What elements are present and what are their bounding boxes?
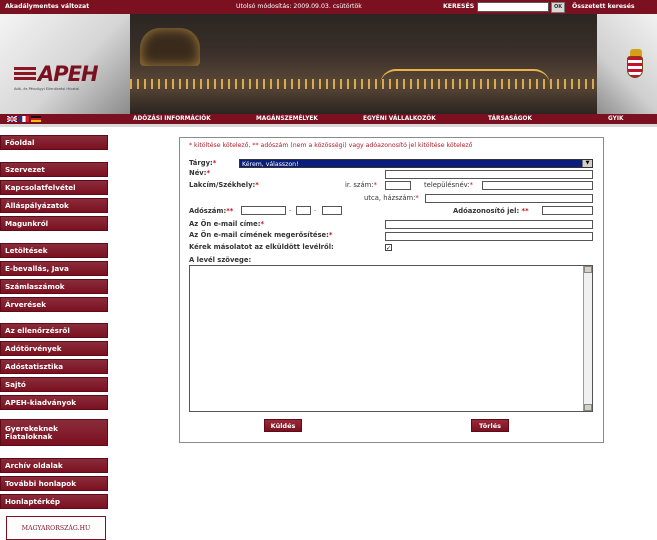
nav-individuals[interactable]: MAGÁNSZEMÉLYEK (256, 116, 318, 122)
nav-faq[interactable]: GYIK (608, 116, 623, 122)
zip-label: ir. szám:* (345, 181, 377, 189)
nav-tax-info[interactable]: ADÓZÁSI INFORMÁCIÓK (133, 116, 211, 122)
sidebar-item-jobs[interactable]: Álláspályázatok (0, 198, 108, 213)
logo-text[interactable]: APEH (38, 62, 99, 86)
email-input[interactable] (385, 220, 593, 229)
email-label: Az Ön e-mail címe:* (189, 220, 265, 228)
main-nav: ADÓZÁSI INFORMÁCIÓK MAGÁNSZEMÉLYEK EGYÉN… (0, 114, 657, 124)
sidebar-item-home[interactable]: Főoldal (0, 135, 108, 150)
sidebar-item-contact[interactable]: Kapcsolatfelvétel (0, 180, 108, 195)
sidebar-item-more-sites[interactable]: További honlapok (0, 476, 108, 491)
scroll-down-icon[interactable] (584, 404, 592, 411)
crest-panel (597, 14, 657, 114)
tax-number-part3-input[interactable] (322, 206, 342, 215)
city-input[interactable] (482, 181, 593, 190)
fr-flag-icon[interactable] (19, 116, 29, 122)
tax-id-label: Adóazonosító jel: ** (453, 207, 529, 215)
last-modified-text: Utolsó módosítás: 2009.09.03. csütörtök (236, 3, 362, 10)
search-ok-button[interactable]: OK (551, 2, 565, 13)
sidebar-item-publications[interactable]: APEH-kiadványok (0, 395, 108, 410)
email-confirm-label: Az Ön e-mail címének megerősítése:* (189, 231, 333, 239)
scroll-up-icon[interactable] (584, 266, 592, 273)
copy-label: Kérek másolatot az elküldött levélről: (189, 243, 334, 251)
subject-label: Tárgy:* (189, 159, 217, 167)
logo-subtitle: Adó- és Pénzügyi Ellenőrzési Hivatal (14, 87, 80, 91)
sidebar: Főoldal Szervezet Kapcsolatfelvétel Állá… (0, 127, 130, 540)
accessible-version-link[interactable]: Akadálymentes változat (5, 3, 89, 10)
message-label: A levél szövege: (189, 256, 252, 264)
sidebar-item-downloads[interactable]: Letöltések (0, 243, 108, 258)
advanced-search-link[interactable]: Összetett keresés (572, 3, 635, 10)
copy-checkbox[interactable]: ✓ (385, 244, 392, 252)
sidebar-item-accounts[interactable]: Számlaszámok (0, 279, 108, 294)
sidebar-item-press[interactable]: Sajtó (0, 377, 108, 392)
crown-icon (630, 49, 642, 56)
header-banner: APEH Adó- és Pénzügyi Ellenőrzési Hivata… (0, 14, 657, 114)
top-bar: Akadálymentes változat Utolsó módosítás:… (0, 0, 657, 14)
tax-number-label: Adószám:** (189, 207, 234, 215)
street-input[interactable] (425, 194, 593, 203)
subject-select[interactable]: Kérem, válasszon! ▼ (239, 159, 593, 168)
city-lights (130, 79, 597, 89)
uk-flag-icon[interactable] (7, 116, 17, 122)
sidebar-item-auctions[interactable]: Árverések (0, 297, 108, 312)
subject-value: Kérem, válasszon! (242, 161, 299, 168)
sidebar-item-tax-laws[interactable]: Adótörvények (0, 341, 108, 356)
sidebar-item-about[interactable]: Magunkról (0, 216, 108, 231)
nav-companies[interactable]: TÁRSASÁGOK (488, 116, 532, 122)
search-input[interactable] (477, 2, 549, 12)
message-textarea[interactable] (189, 265, 593, 412)
zip-input[interactable] (385, 181, 411, 190)
clear-button[interactable]: Törlés (471, 419, 509, 432)
nav-sole-traders[interactable]: EGYÉNI VÁLLALKOZÓK (363, 116, 436, 122)
coat-of-arms-icon (627, 56, 643, 78)
sidebar-item-archive[interactable]: Archív oldalak (0, 458, 108, 473)
search-label: KERESÉS (443, 3, 475, 10)
tax-number-part1-input[interactable] (241, 206, 286, 215)
castle-image (140, 28, 200, 66)
city-label: településnév:* (424, 181, 473, 189)
sidebar-item-kids[interactable]: Gyerekeknek Fiataloknak (0, 419, 108, 446)
sidebar-item-audit[interactable]: Az ellenőrzésről (0, 323, 108, 338)
sidebar-item-organization[interactable]: Szervezet (0, 162, 108, 177)
chevron-down-icon[interactable]: ▼ (582, 160, 592, 167)
logo-mark-icon (14, 67, 36, 81)
tax-number-part2-input[interactable] (296, 206, 311, 215)
email-confirm-input[interactable] (385, 232, 593, 241)
address-label: Lakcím/Székhely:* (189, 181, 259, 189)
send-button[interactable]: Küldés (264, 419, 302, 432)
tax-id-input[interactable] (542, 206, 593, 215)
required-note: * kitöltése kötelező, ** adószám (nem a … (189, 142, 473, 149)
textarea-scrollbar[interactable] (583, 266, 592, 411)
name-label: Név:* (189, 169, 211, 177)
name-input[interactable] (385, 170, 593, 179)
sidebar-item-statistics[interactable]: Adóstatisztika (0, 359, 108, 374)
street-label: utca, házszám:* (364, 194, 419, 202)
sidebar-item-ebevallas[interactable]: E-bevallás, Java (0, 261, 108, 276)
sidebar-item-sitemap[interactable]: Honlaptérkép (0, 494, 108, 509)
magyarorszag-badge[interactable]: MAGYARORSZÁG.HU (6, 516, 106, 540)
de-flag-icon[interactable] (31, 116, 41, 122)
logo-panel: APEH Adó- és Pénzügyi Ellenőrzési Hivata… (0, 14, 130, 114)
